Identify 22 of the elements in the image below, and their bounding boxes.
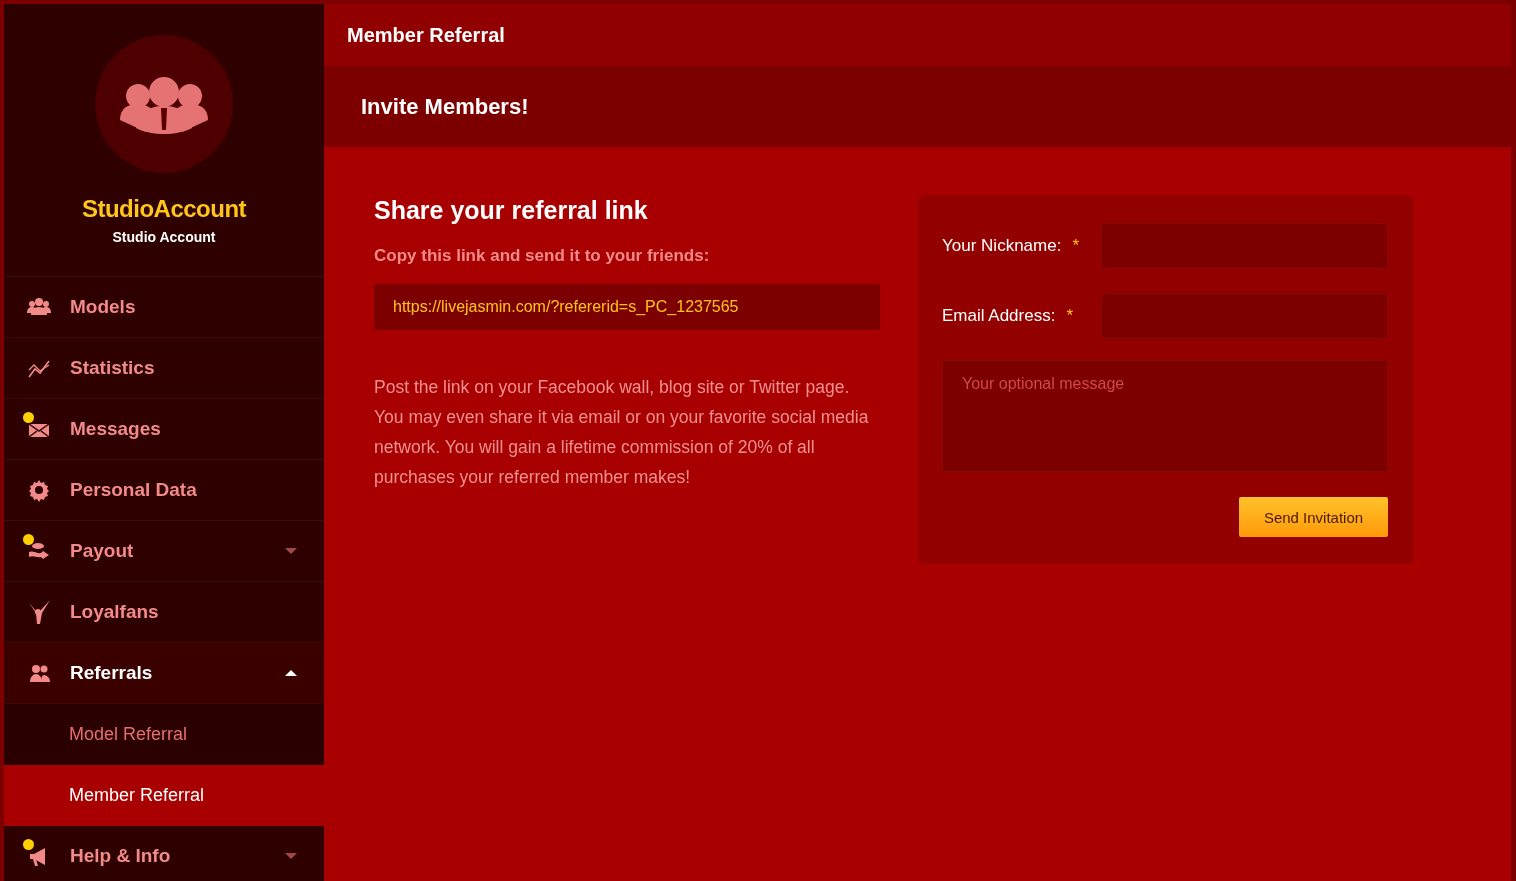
description-text: Post the link on your Facebook wall, blog site or Twitter page. You may even share it via email or on your favorite social media network. You will gain a lifetime commission of 20% of all purchases your referred member makes! xyxy=(374,376,870,489)
nav-item[interactable]: Personal Data xyxy=(4,460,324,521)
instruction-text: Copy this link and send it to your friends: xyxy=(374,246,711,266)
field-label: Email Address: xyxy=(942,306,1056,325)
account-name: StudioAccount xyxy=(81,195,247,223)
account-type: Studio Account xyxy=(112,229,216,245)
gear-icon xyxy=(27,478,51,502)
required-mark: * xyxy=(1072,236,1079,255)
nav-item[interactable]: Referrals xyxy=(4,643,324,704)
nav-item[interactable]: Payout xyxy=(4,521,324,582)
page-title: Member Referral xyxy=(324,4,1511,66)
nav-item[interactable]: Messages xyxy=(4,399,324,460)
submenu-item[interactable]: Model Referral xyxy=(4,704,324,765)
nav-item[interactable]: Models xyxy=(4,277,324,338)
banner-title: Invite Members! xyxy=(324,66,1511,147)
referral-link-field[interactable]: https://livejasmin.com/?refererid=s_PC_1237565 xyxy=(374,284,880,330)
field-label: Your Nickname: xyxy=(942,236,1062,255)
required-mark: * xyxy=(1066,306,1073,325)
send-invitation-button[interactable]: Send Invitation xyxy=(1239,497,1388,537)
message-field[interactable]: Your optional message xyxy=(942,360,1388,472)
section-title: Share your referral link xyxy=(374,196,649,225)
submenu-item[interactable]: Member Referral xyxy=(4,765,324,826)
